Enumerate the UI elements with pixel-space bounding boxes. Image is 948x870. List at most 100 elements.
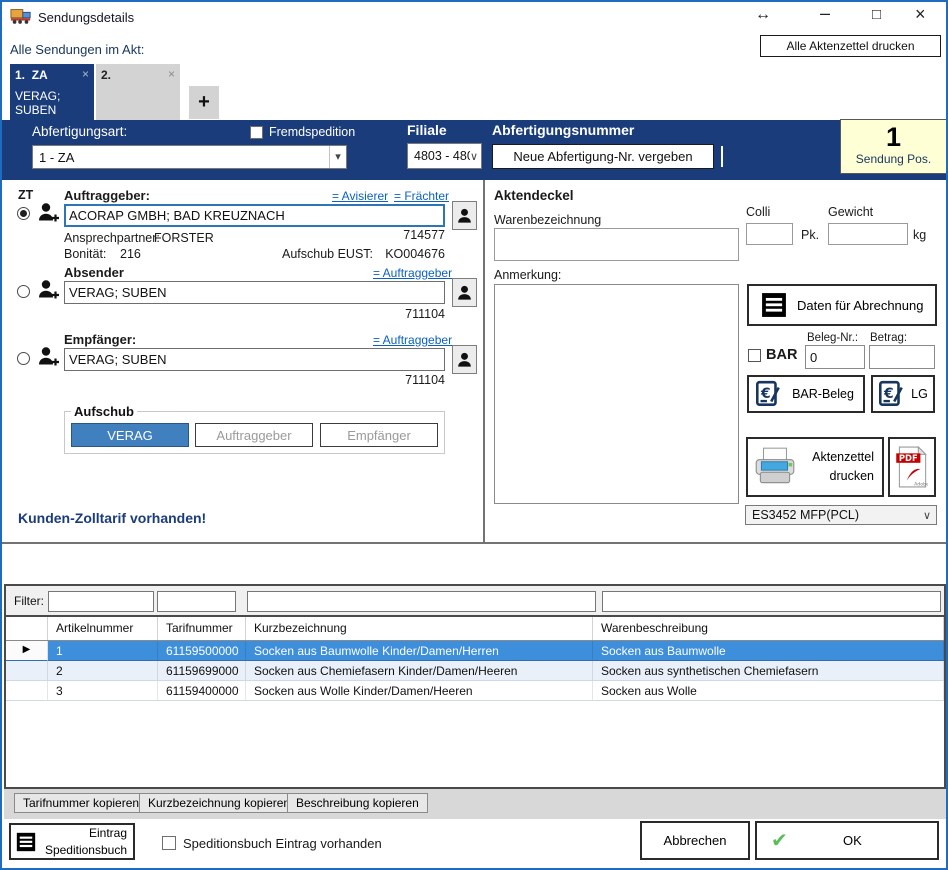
- pdf-button[interactable]: PDF Adobe: [888, 437, 936, 497]
- absender-auftraggeber-link[interactable]: = Auftraggeber: [373, 266, 452, 280]
- empfaenger-label: Empfänger:: [64, 332, 136, 347]
- sendungsdetails-window: Sendungsdetails ↔ – □ × Alle Sendungen i…: [0, 0, 948, 870]
- fraechter-link[interactable]: = Frächter: [394, 189, 449, 203]
- empfaenger-contact-button[interactable]: [452, 345, 477, 374]
- column-header[interactable]: Artikelnummer: [48, 617, 158, 640]
- svg-text:PDF: PDF: [899, 453, 918, 463]
- cell-kurzbezeichnung: Socken aus Baumwolle Kinder/Damen/Herren: [246, 641, 593, 661]
- ok-button[interactable]: ✔ OK: [755, 821, 939, 860]
- row-selector: [6, 661, 48, 681]
- beleg-nr-input[interactable]: [805, 345, 865, 369]
- speditionsbuch-checkbox[interactable]: [162, 836, 176, 850]
- zt-label: ZT: [18, 188, 33, 202]
- printer-select[interactable]: ES3452 MFP(PCL) ∨: [745, 505, 937, 525]
- auftraggeber-radio[interactable]: [17, 207, 30, 220]
- all-shipments-label: Alle Sendungen im Akt:: [10, 42, 144, 57]
- abfertigungsart-select[interactable]: 1 - ZA ▾: [32, 145, 347, 169]
- speditionsbuch-button[interactable]: Eintrag Speditionsbuch: [9, 823, 135, 860]
- filter-warenbeschreibung-input[interactable]: [602, 591, 941, 612]
- auftraggeber-label: Auftraggeber:: [64, 188, 150, 203]
- copy-beschreibung-button[interactable]: Beschreibung kopieren: [287, 793, 428, 813]
- close-icon[interactable]: ×: [915, 4, 926, 25]
- chevron-down-icon[interactable]: ∨: [923, 509, 936, 522]
- svg-text:€: €: [883, 386, 894, 402]
- empfaenger-input[interactable]: [64, 348, 445, 371]
- empfaenger-radio[interactable]: [17, 352, 30, 365]
- auftraggeber-input[interactable]: [64, 204, 445, 227]
- list-icon: [16, 832, 36, 852]
- window-title: Sendungsdetails: [38, 10, 134, 25]
- filiale-label: Filiale: [407, 122, 447, 138]
- shipment-tab-1[interactable]: 1. ZA × VERAG; SUBEN: [10, 64, 94, 120]
- fremdspedition-label: Fremdspedition: [269, 125, 355, 139]
- empfaenger-auftraggeber-link[interactable]: = Auftraggeber: [373, 333, 452, 347]
- add-person-icon[interactable]: [36, 200, 62, 226]
- betrag-input[interactable]: [869, 345, 935, 369]
- add-person-icon[interactable]: [36, 277, 62, 303]
- cell-kurzbezeichnung: Socken aus Chemiefasern Kinder/Damen/Hee…: [246, 661, 593, 681]
- resize-icon[interactable]: ↔: [755, 6, 771, 24]
- abrechnung-button[interactable]: Daten für Abrechnung: [747, 284, 937, 326]
- tab-number: 2.: [101, 68, 111, 82]
- absender-input[interactable]: [64, 281, 445, 304]
- filiale-select[interactable]: 4803 - 480 ∨: [407, 143, 482, 169]
- aufschub-empfaenger-button[interactable]: Empfänger: [320, 423, 438, 447]
- app-icon: [10, 7, 32, 25]
- tab-close-icon[interactable]: ×: [82, 67, 89, 81]
- filter-row: Filter:: [6, 586, 944, 617]
- copy-tarifnummer-button[interactable]: Tarifnummer kopieren: [14, 793, 148, 813]
- filter-tarifnummer-input[interactable]: [157, 591, 236, 612]
- absender-radio[interactable]: [17, 285, 30, 298]
- absender-contact-button[interactable]: [452, 278, 477, 307]
- ansprechpartner-value: FORSTER: [154, 231, 214, 245]
- chevron-down-icon[interactable]: ∨: [470, 150, 481, 163]
- maximize-icon[interactable]: □: [872, 6, 881, 23]
- warenbezeichnung-label: Warenbezeichnung: [494, 213, 601, 227]
- filter-artikelnummer-input[interactable]: [48, 591, 154, 612]
- tab-number: 1.: [15, 68, 25, 82]
- auftraggeber-kundennr: 714577: [345, 228, 445, 242]
- row-selector: [6, 681, 48, 701]
- cell-artikelnummer: 3: [48, 681, 158, 701]
- neue-abfertigung-button[interactable]: Neue Abfertigung-Nr. vergeben: [492, 144, 714, 169]
- lg-button[interactable]: € LG: [871, 375, 935, 413]
- copy-kurzbezeichnung-button[interactable]: Kurzbezeichnung kopieren: [139, 793, 299, 813]
- table-row[interactable]: 2 61159699000 Socken aus Chemiefasern Ki…: [6, 661, 944, 681]
- sendung-pos-label: Sendung Pos.: [841, 152, 946, 166]
- warenbezeichnung-input[interactable]: [494, 228, 739, 261]
- column-header[interactable]: Warenbeschreibung: [593, 617, 944, 640]
- auftraggeber-contact-button[interactable]: [452, 201, 477, 230]
- gewicht-input[interactable]: [828, 223, 908, 245]
- cell-tarifnummer: 61159500000: [158, 641, 246, 661]
- print-all-aktenzettel-button[interactable]: Alle Aktenzettel drucken: [760, 35, 941, 57]
- aufschub-verag-button[interactable]: VERAG: [71, 423, 189, 447]
- cell-artikelnummer: 1: [48, 641, 158, 661]
- bonitaet-value: 216: [120, 247, 141, 261]
- abfertigungsnummer-label: Abfertigungsnummer: [492, 122, 634, 138]
- colli-input[interactable]: [746, 223, 793, 245]
- avisierer-link[interactable]: = Avisierer: [332, 189, 388, 203]
- aktenzettel-drucken-button[interactable]: Aktenzettel drucken: [746, 437, 884, 497]
- svg-text:€: €: [760, 386, 771, 402]
- fremdspedition-checkbox[interactable]: [250, 126, 263, 139]
- row-selector-arrow-icon: ▶: [6, 641, 48, 661]
- bar-checkbox[interactable]: [748, 349, 761, 362]
- table-row[interactable]: ▶ 1 61159500000 Socken aus Baumwolle Kin…: [6, 641, 944, 661]
- minimize-icon[interactable]: –: [820, 3, 830, 24]
- column-header[interactable]: Kurzbezeichnung: [246, 617, 593, 640]
- add-person-icon[interactable]: [36, 344, 62, 370]
- table-row[interactable]: 3 61159400000 Socken aus Wolle Kinder/Da…: [6, 681, 944, 701]
- aufschub-auftraggeber-button[interactable]: Auftraggeber: [195, 423, 313, 447]
- tab-close-icon[interactable]: ×: [168, 67, 175, 81]
- bar-beleg-button[interactable]: € BAR-Beleg: [747, 375, 865, 413]
- column-header[interactable]: Tarifnummer: [158, 617, 246, 640]
- aktenzettel-label: Aktenzettel drucken: [798, 448, 882, 486]
- shipment-tab-2[interactable]: 2. ×: [96, 64, 180, 120]
- dropdown-arrow-icon[interactable]: ▾: [329, 146, 346, 168]
- anmerkung-textarea[interactable]: [494, 284, 739, 504]
- check-icon: ✔: [771, 828, 788, 853]
- filter-kurzbezeichnung-input[interactable]: [247, 591, 596, 612]
- cancel-button[interactable]: Abbrechen: [640, 821, 750, 860]
- absender-kundennr: 711104: [365, 307, 445, 321]
- add-shipment-button[interactable]: +: [189, 86, 219, 119]
